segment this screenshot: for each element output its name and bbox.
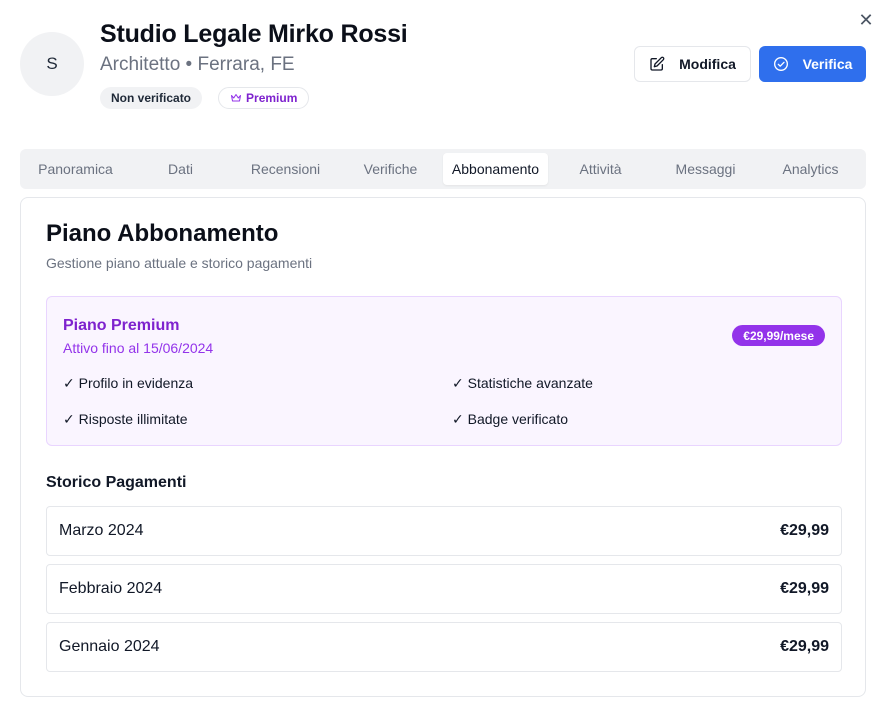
tab-messaggi[interactable]: Messaggi xyxy=(653,153,758,185)
plan-name: Piano Premium xyxy=(63,317,180,334)
plan-feature: ✓ Profilo in evidenza xyxy=(63,375,194,391)
tab-verifiche[interactable]: Verifiche xyxy=(338,153,443,185)
payment-amount: €29,99 xyxy=(780,522,829,539)
verification-status-badge: Non verificato xyxy=(100,87,203,109)
plan-active-until: Attivo fino al 15/06/2024 xyxy=(63,340,214,356)
edit-button-label: Modifica xyxy=(679,56,736,72)
badges: Non verificato Premium xyxy=(100,87,310,109)
card-title: Piano Abbonamento xyxy=(46,220,279,247)
payment-month: Marzo 2024 xyxy=(59,522,144,539)
tab-recensioni[interactable]: Recensioni xyxy=(233,153,338,185)
edit-button[interactable]: Modifica xyxy=(634,46,751,82)
premium-badge: Premium xyxy=(218,87,310,109)
profile-subtitle: Architetto • Ferrara, FE xyxy=(100,54,295,75)
tab-abbonamento[interactable]: Abbonamento xyxy=(443,153,548,185)
profile-name: Studio Legale Mirko Rossi xyxy=(100,20,408,48)
payment-month: Febbraio 2024 xyxy=(59,580,163,597)
edit-icon xyxy=(650,56,665,71)
plan-feature: ✓ Risposte illimitate xyxy=(63,411,188,427)
payment-history-title: Storico Pagamenti xyxy=(46,474,187,491)
payment-row: Marzo 2024 €29,99 xyxy=(46,506,842,556)
crown-icon xyxy=(231,94,242,102)
verify-button[interactable]: Verifica xyxy=(759,46,866,82)
tab-attivita[interactable]: Attività xyxy=(548,153,653,185)
tab-panoramica[interactable]: Panoramica xyxy=(23,153,128,185)
plan-price-badge: €29,99/mese xyxy=(732,325,825,346)
verify-button-label: Verifica xyxy=(802,56,853,72)
subscription-card: Piano Abbonamento Gestione piano attuale… xyxy=(20,197,866,697)
card-description: Gestione piano attuale e storico pagamen… xyxy=(46,255,313,271)
plan-feature: ✓ Statistiche avanzate xyxy=(452,375,593,391)
avatar: S xyxy=(20,32,84,96)
check-circle-icon xyxy=(773,57,788,71)
plan-feature: ✓ Badge verificato xyxy=(452,411,569,427)
close-icon[interactable]: ✕ xyxy=(856,10,874,30)
tab-dati[interactable]: Dati xyxy=(128,153,233,185)
avatar-initial: S xyxy=(46,54,58,73)
payment-amount: €29,99 xyxy=(780,580,829,597)
payment-amount: €29,99 xyxy=(780,638,829,655)
tab-analytics[interactable]: Analytics xyxy=(758,153,863,185)
payment-row: Febbraio 2024 €29,99 xyxy=(46,564,842,614)
premium-badge-label: Premium xyxy=(246,91,298,105)
tab-bar: Panoramica Dati Recensioni Verifiche Abb… xyxy=(20,149,866,189)
payment-month: Gennaio 2024 xyxy=(59,638,160,655)
current-plan-panel: Piano Premium Attivo fino al 15/06/2024 … xyxy=(46,296,842,446)
payment-row: Gennaio 2024 €29,99 xyxy=(46,622,842,672)
